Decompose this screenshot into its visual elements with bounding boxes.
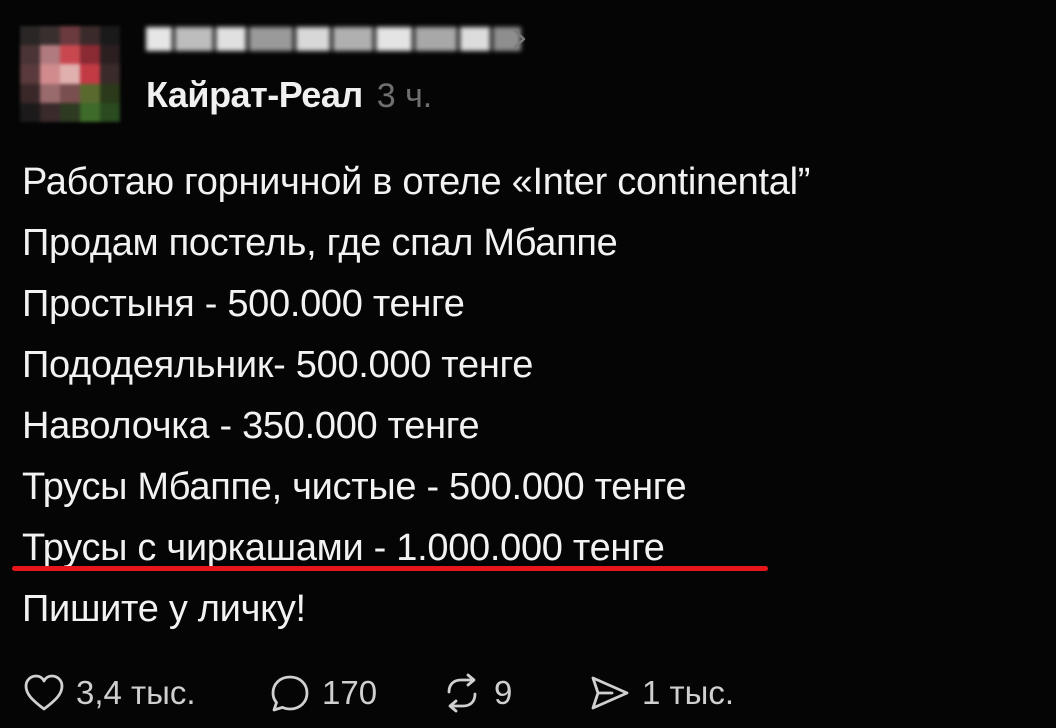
avatar[interactable]: [20, 26, 120, 122]
repost-button[interactable]: 9: [440, 668, 512, 718]
post-text-line: Простыня - 500.000 тенге: [22, 283, 465, 325]
comment-count: 170: [322, 674, 378, 711]
post-text-line: Продам постель, где спал Мбаппе: [22, 222, 618, 264]
repost-count: 9: [494, 674, 513, 711]
post-text-line: Пишите у личку!: [22, 588, 306, 630]
repost-icon: [447, 673, 477, 713]
send-icon: [591, 676, 629, 710]
comment-bubble-icon: [271, 675, 309, 712]
share-button[interactable]: 1 тыс.: [588, 668, 734, 718]
like-button[interactable]: 3,4 тыс.: [22, 668, 196, 718]
post-timestamp: 3 ч.: [376, 77, 433, 115]
post-text-line: Трусы Мбаппе, чистые - 500.000 тенге: [22, 466, 687, 508]
blurred-username[interactable]: [146, 24, 524, 54]
share-count: 1 тыс.: [642, 674, 735, 711]
red-underline-annotation: [12, 566, 768, 571]
thread-post: Кайрат-Реал 3 ч. Работаю горничной в оте…: [0, 0, 1056, 728]
community-name[interactable]: Кайрат-Реал: [146, 74, 363, 116]
like-count: 3,4 тыс.: [76, 674, 196, 711]
heart-icon: [24, 674, 64, 711]
post-text-line: Наволочка - 350.000 тенге: [22, 405, 480, 447]
chevron-right-icon[interactable]: [508, 24, 532, 54]
post-header: Кайрат-Реал 3 ч.: [146, 74, 432, 116]
post-text-line: Пододеяльник- 500.000 тенге: [22, 344, 534, 386]
action-bar: 3,4 тыс. 170 9 1 тыс.: [22, 668, 1032, 718]
post-text-line: Работаю горничной в отеле «Inter contine…: [22, 161, 811, 203]
comment-button[interactable]: 170: [268, 668, 377, 718]
